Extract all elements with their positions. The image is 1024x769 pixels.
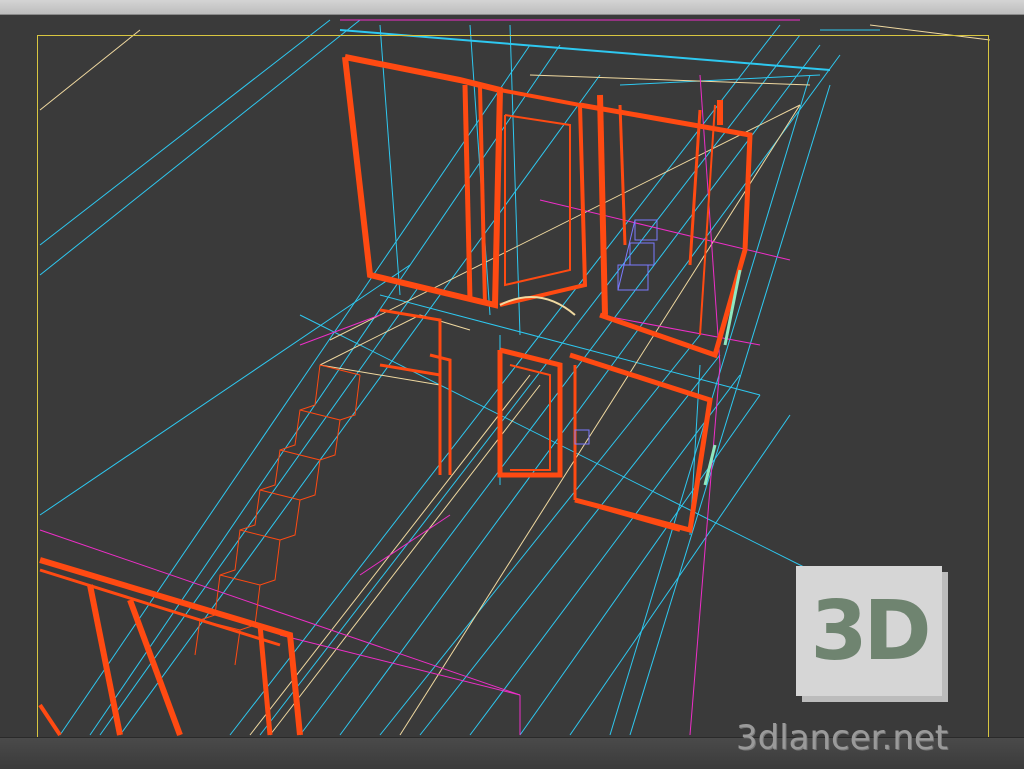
watermark-badge-text: 3D bbox=[810, 583, 931, 679]
door-swing-arc bbox=[499, 296, 576, 316]
watermark-site: 3dlancer.net bbox=[736, 718, 949, 758]
window-title-bar bbox=[0, 0, 1024, 15]
accent-wireframe bbox=[703, 269, 742, 486]
staircase-wireframe bbox=[194, 364, 361, 666]
glass-wireframe bbox=[39, 19, 880, 736]
wall-wireframe bbox=[38, 54, 753, 737]
watermark-badge: 3D bbox=[796, 566, 942, 696]
trim-wireframe bbox=[39, 19, 800, 736]
